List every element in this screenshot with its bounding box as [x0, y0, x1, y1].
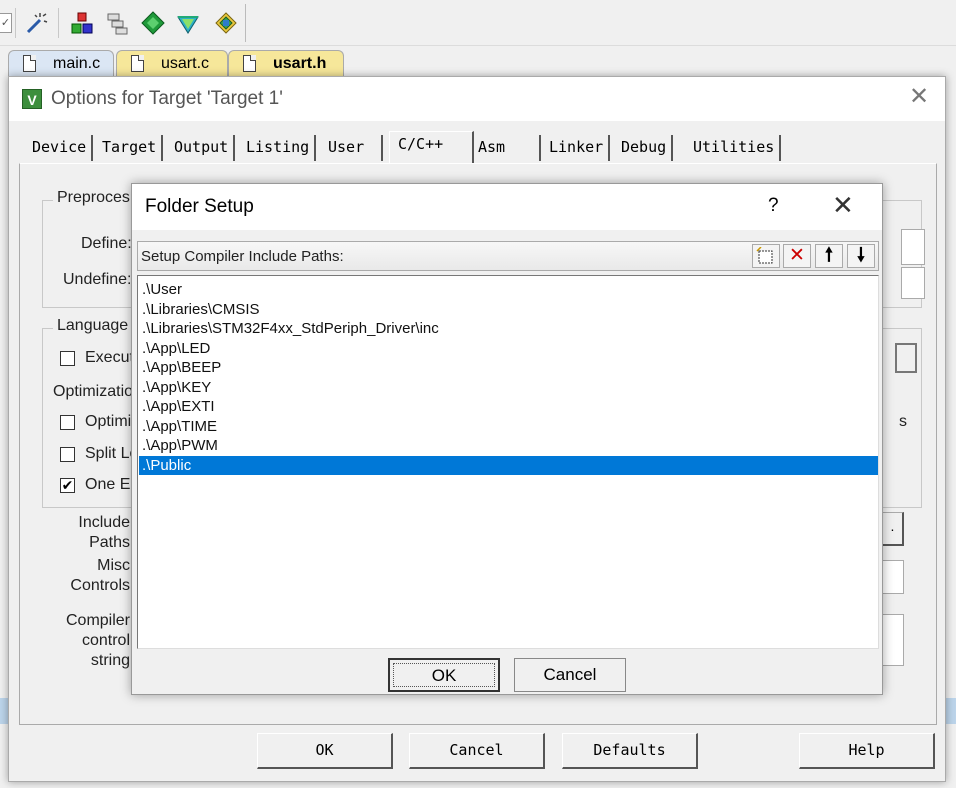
document-icon: [23, 55, 36, 72]
list-item[interactable]: .\App\PWM: [139, 436, 878, 456]
tab-target[interactable]: Target: [97, 135, 164, 161]
folder-setup-title: Folder Setup: [145, 196, 254, 217]
list-item[interactable]: .\App\KEY: [139, 378, 878, 398]
folder-setup-dialog: Folder Setup ? ✕ Setup Compiler Include …: [131, 183, 883, 695]
status-strip: [946, 698, 956, 724]
file-tab-label: main.c: [53, 55, 101, 72]
tab-linker[interactable]: Linker: [544, 135, 611, 161]
tab-device[interactable]: Device: [27, 135, 94, 161]
run-time-environment-icon[interactable]: [214, 11, 238, 35]
compiler-control-string-label-2: control: [81, 632, 130, 649]
optimize-checkbox[interactable]: [60, 415, 75, 430]
document-icon: [131, 55, 144, 72]
tab-c-cpp[interactable]: C/C++: [389, 131, 474, 163]
side-control[interactable]: [895, 343, 917, 373]
help-button[interactable]: Help: [799, 733, 935, 769]
folder-ok-button[interactable]: OK: [388, 658, 500, 692]
compiler-control-string-label: Compiler: [65, 612, 130, 629]
file-tab-usart-c[interactable]: usart.c: [116, 50, 228, 76]
preprocessor-group-label: Preproces: [53, 189, 134, 207]
misc-controls-label-2: Controls: [70, 577, 130, 594]
help-button-icon[interactable]: ?: [768, 195, 779, 217]
cancel-button[interactable]: Cancel: [409, 733, 545, 769]
include-paths-label: Include: [78, 514, 130, 531]
manage-components-icon[interactable]: [105, 11, 129, 35]
misc-controls-field[interactable]: [882, 560, 904, 594]
tab-asm[interactable]: Asm: [473, 135, 541, 161]
tab-listing[interactable]: Listing: [241, 135, 317, 161]
toolbar-edge: [245, 4, 246, 42]
dialog-titlebar: V Options for Target 'Target 1' ✕: [9, 77, 945, 121]
execute-only-label: Execut: [85, 349, 134, 366]
folder-cancel-button[interactable]: Cancel: [514, 658, 626, 692]
move-down-icon[interactable]: 🠗: [847, 244, 875, 268]
list-item-selected[interactable]: .\Public: [139, 455, 878, 475]
split-load-store-checkbox[interactable]: [60, 447, 75, 462]
include-paths-browse-button[interactable]: .: [882, 512, 904, 546]
define-label: Define:: [81, 235, 132, 252]
keil-app-icon: V: [22, 89, 42, 109]
tab-user[interactable]: User: [323, 135, 383, 161]
select-software-icon[interactable]: [176, 11, 200, 35]
delete-icon[interactable]: ✕: [783, 244, 811, 268]
include-paths-caption: Setup Compiler Include Paths:: [141, 248, 344, 265]
tab-debug[interactable]: Debug: [616, 135, 674, 161]
execute-only-checkbox[interactable]: [60, 351, 75, 366]
document-icon: [243, 55, 256, 72]
compiler-control-string-field: [882, 614, 904, 666]
include-paths-header: Setup Compiler Include Paths: ✕ 🠕 🠗: [137, 241, 879, 271]
tab-utilities[interactable]: Utilities: [688, 135, 782, 161]
target-options-icon[interactable]: [70, 11, 94, 35]
list-item[interactable]: .\App\BEEP: [139, 358, 878, 378]
partial-text: s: [899, 413, 907, 430]
include-paths-label-2: Paths: [89, 534, 130, 551]
define-field[interactable]: [901, 229, 925, 265]
compiler-control-string-label-3: string: [90, 652, 130, 669]
folder-setup-titlebar: Folder Setup ? ✕: [132, 184, 882, 230]
list-item[interactable]: .\Libraries\CMSIS: [139, 300, 878, 320]
file-tab-bar: main.c usart.c usart.h: [0, 46, 956, 76]
tab-output[interactable]: Output: [169, 135, 236, 161]
toolbar-separator: [58, 8, 59, 38]
file-tab-usart-h[interactable]: usart.h: [228, 50, 344, 76]
close-icon[interactable]: ✕: [907, 85, 931, 109]
language-group-label: Language: [53, 317, 133, 335]
list-item[interactable]: .\App\TIME: [139, 417, 878, 437]
pack-installer-icon[interactable]: [141, 11, 165, 35]
list-item[interactable]: .\App\LED: [139, 339, 878, 359]
list-item[interactable]: .\App\EXTI: [139, 397, 878, 417]
defaults-button[interactable]: Defaults: [562, 733, 698, 769]
file-tab-main-c[interactable]: main.c: [8, 50, 114, 76]
file-tab-label: usart.h: [273, 55, 327, 72]
undefine-label: Undefine:: [63, 271, 132, 288]
dialog-title: Options for Target 'Target 1': [51, 88, 283, 109]
ide-toolbar: ✓: [0, 0, 956, 46]
include-paths-list[interactable]: .\User .\Libraries\CMSIS .\Libraries\STM…: [137, 275, 879, 649]
new-folder-icon[interactable]: [752, 244, 780, 268]
magic-wand-icon[interactable]: [24, 11, 48, 35]
toolbar-separator: [15, 8, 16, 38]
list-item[interactable]: .\User: [139, 280, 878, 300]
close-icon[interactable]: ✕: [832, 192, 854, 218]
one-elf-section-checkbox[interactable]: ✔: [60, 478, 75, 493]
one-elf-section-label: One El: [85, 476, 134, 493]
check-icon[interactable]: ✓: [0, 13, 12, 33]
file-tab-label: usart.c: [161, 55, 210, 72]
undefine-field[interactable]: [901, 267, 925, 299]
list-item[interactable]: .\Libraries\STM32F4xx_StdPeriph_Driver\i…: [139, 319, 878, 339]
optimization-label: Optimizatio: [53, 383, 134, 400]
misc-controls-label: Misc: [97, 557, 130, 574]
ok-button[interactable]: OK: [257, 733, 393, 769]
move-up-icon[interactable]: 🠕: [815, 244, 843, 268]
